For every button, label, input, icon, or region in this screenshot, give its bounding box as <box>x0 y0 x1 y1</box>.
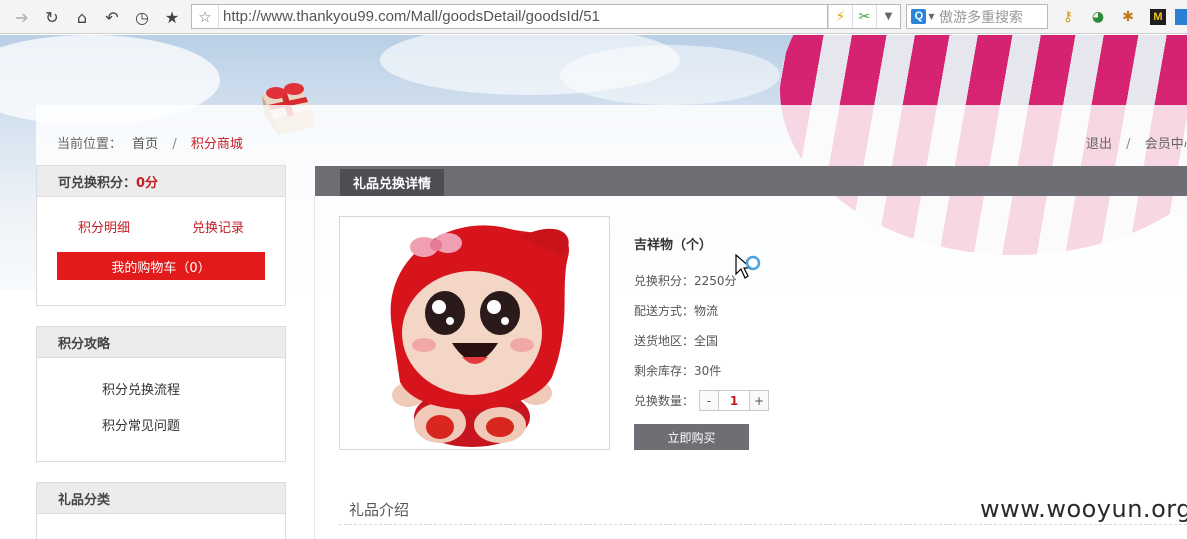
stock-remaining: 剩余库存：30件 <box>634 364 722 378</box>
points-box: 可兑换积分： 0分 积分明细 兑换记录 我的购物车（0） <box>36 165 286 306</box>
mascot-doll-image <box>390 225 570 447</box>
delivery-method: 配送方式：物流 <box>634 304 719 318</box>
history-icon[interactable]: ◷ <box>130 5 154 29</box>
gesture-icon[interactable]: ◕ <box>1088 7 1108 27</box>
product-name: 吉祥物（个） <box>634 238 713 253</box>
browser-toolbar: ➔ ↻ ⌂ ↶ ◷ ★ ☆ http://www.thankyou99.com/… <box>0 0 1187 34</box>
lightning-icon[interactable]: ⚡ <box>828 5 852 28</box>
guide-list: 积分兑换流程 积分常见问题 <box>37 358 285 442</box>
forward-icon[interactable]: ➔ <box>10 5 34 29</box>
category-header: 礼品分类 <box>37 483 285 514</box>
my-cart-button[interactable]: 我的购物车（0） <box>57 252 265 280</box>
bug-icon[interactable]: ✱ <box>1118 7 1138 27</box>
category-box: 礼品分类 <box>36 482 286 539</box>
product-image <box>339 216 610 450</box>
exchange-record-link[interactable]: 兑换记录 <box>192 217 244 236</box>
quantity-input[interactable]: 1 <box>719 391 749 410</box>
guide-item-process[interactable]: 积分兑换流程 <box>37 370 285 406</box>
gift-intro-title: 礼品介绍 <box>349 501 410 519</box>
breadcrumb: 当前位置： 首页 / 积分商城 <box>57 133 243 152</box>
search-box[interactable]: Q ▼ 傲游多重搜索 <box>906 4 1048 29</box>
watermark-text: www.wooyun.org <box>980 495 1187 523</box>
detail-header-bar <box>315 166 1187 196</box>
search-placeholder: 傲游多重搜索 <box>939 9 1023 26</box>
breadcrumb-home-link[interactable]: 首页 <box>132 137 158 152</box>
bookmark-star-icon[interactable]: ☆ <box>192 8 218 26</box>
reload-icon[interactable]: ↻ <box>40 5 64 29</box>
quantity-stepper: - 1 + <box>699 390 769 411</box>
exchange-points: 兑换积分：2250分 <box>634 274 737 288</box>
points-value: 0分 <box>136 175 159 191</box>
points-label: 可兑换积分： <box>58 175 137 191</box>
user-links-separator: / <box>1126 137 1131 152</box>
intro-divider <box>339 524 1187 525</box>
guide-item-faq[interactable]: 积分常见问题 <box>37 406 285 442</box>
member-center-link[interactable]: 会员中心 <box>1145 137 1187 152</box>
dropdown-arrow-icon[interactable]: ▼ <box>876 5 900 28</box>
content-divider <box>314 196 315 539</box>
quantity-label: 兑换数量： <box>634 394 695 408</box>
address-bar[interactable]: ☆ http://www.thankyou99.com/Mall/goodsDe… <box>191 4 828 29</box>
quantity-increase-button[interactable]: + <box>749 391 768 410</box>
guide-box: 积分攻略 积分兑换流程 积分常见问题 <box>36 326 286 462</box>
home-icon[interactable]: ⌂ <box>70 5 94 29</box>
extension-m-icon[interactable]: M <box>1148 7 1168 27</box>
address-bar-actions: ⚡ ✂ ▼ <box>828 4 901 29</box>
undo-icon[interactable]: ↶ <box>100 5 124 29</box>
points-links: 积分明细 兑换记录 <box>37 197 285 236</box>
search-engine-icon[interactable]: Q ▼ <box>907 5 939 28</box>
guide-header: 积分攻略 <box>37 327 285 358</box>
url-text[interactable]: http://www.thankyou99.com/Mall/goodsDeta… <box>218 5 600 28</box>
delivery-region: 送货地区：全国 <box>634 334 719 348</box>
extension-blue-icon[interactable] <box>1172 7 1187 27</box>
breadcrumb-prefix: 当前位置： <box>57 137 123 152</box>
logout-link[interactable]: 退出 <box>1086 137 1112 152</box>
quantity-decrease-button[interactable]: - <box>700 391 719 410</box>
favorites-icon[interactable]: ★ <box>160 5 184 29</box>
buy-now-button[interactable]: 立即购买 <box>634 424 749 450</box>
tab-gift-detail[interactable]: 礼品兑换详情 <box>340 169 444 196</box>
user-links: 退出 / 会员中心 <box>1086 133 1187 152</box>
mouse-cursor-icon <box>735 254 761 279</box>
points-header: 可兑换积分： 0分 <box>37 166 285 197</box>
points-detail-link[interactable]: 积分明细 <box>78 217 130 236</box>
breadcrumb-current[interactable]: 积分商城 <box>191 137 243 152</box>
breadcrumb-separator: / <box>172 137 177 152</box>
resource-sniffer-icon[interactable]: ✂ <box>852 5 876 28</box>
key-icon[interactable]: ⚷ <box>1058 7 1078 27</box>
